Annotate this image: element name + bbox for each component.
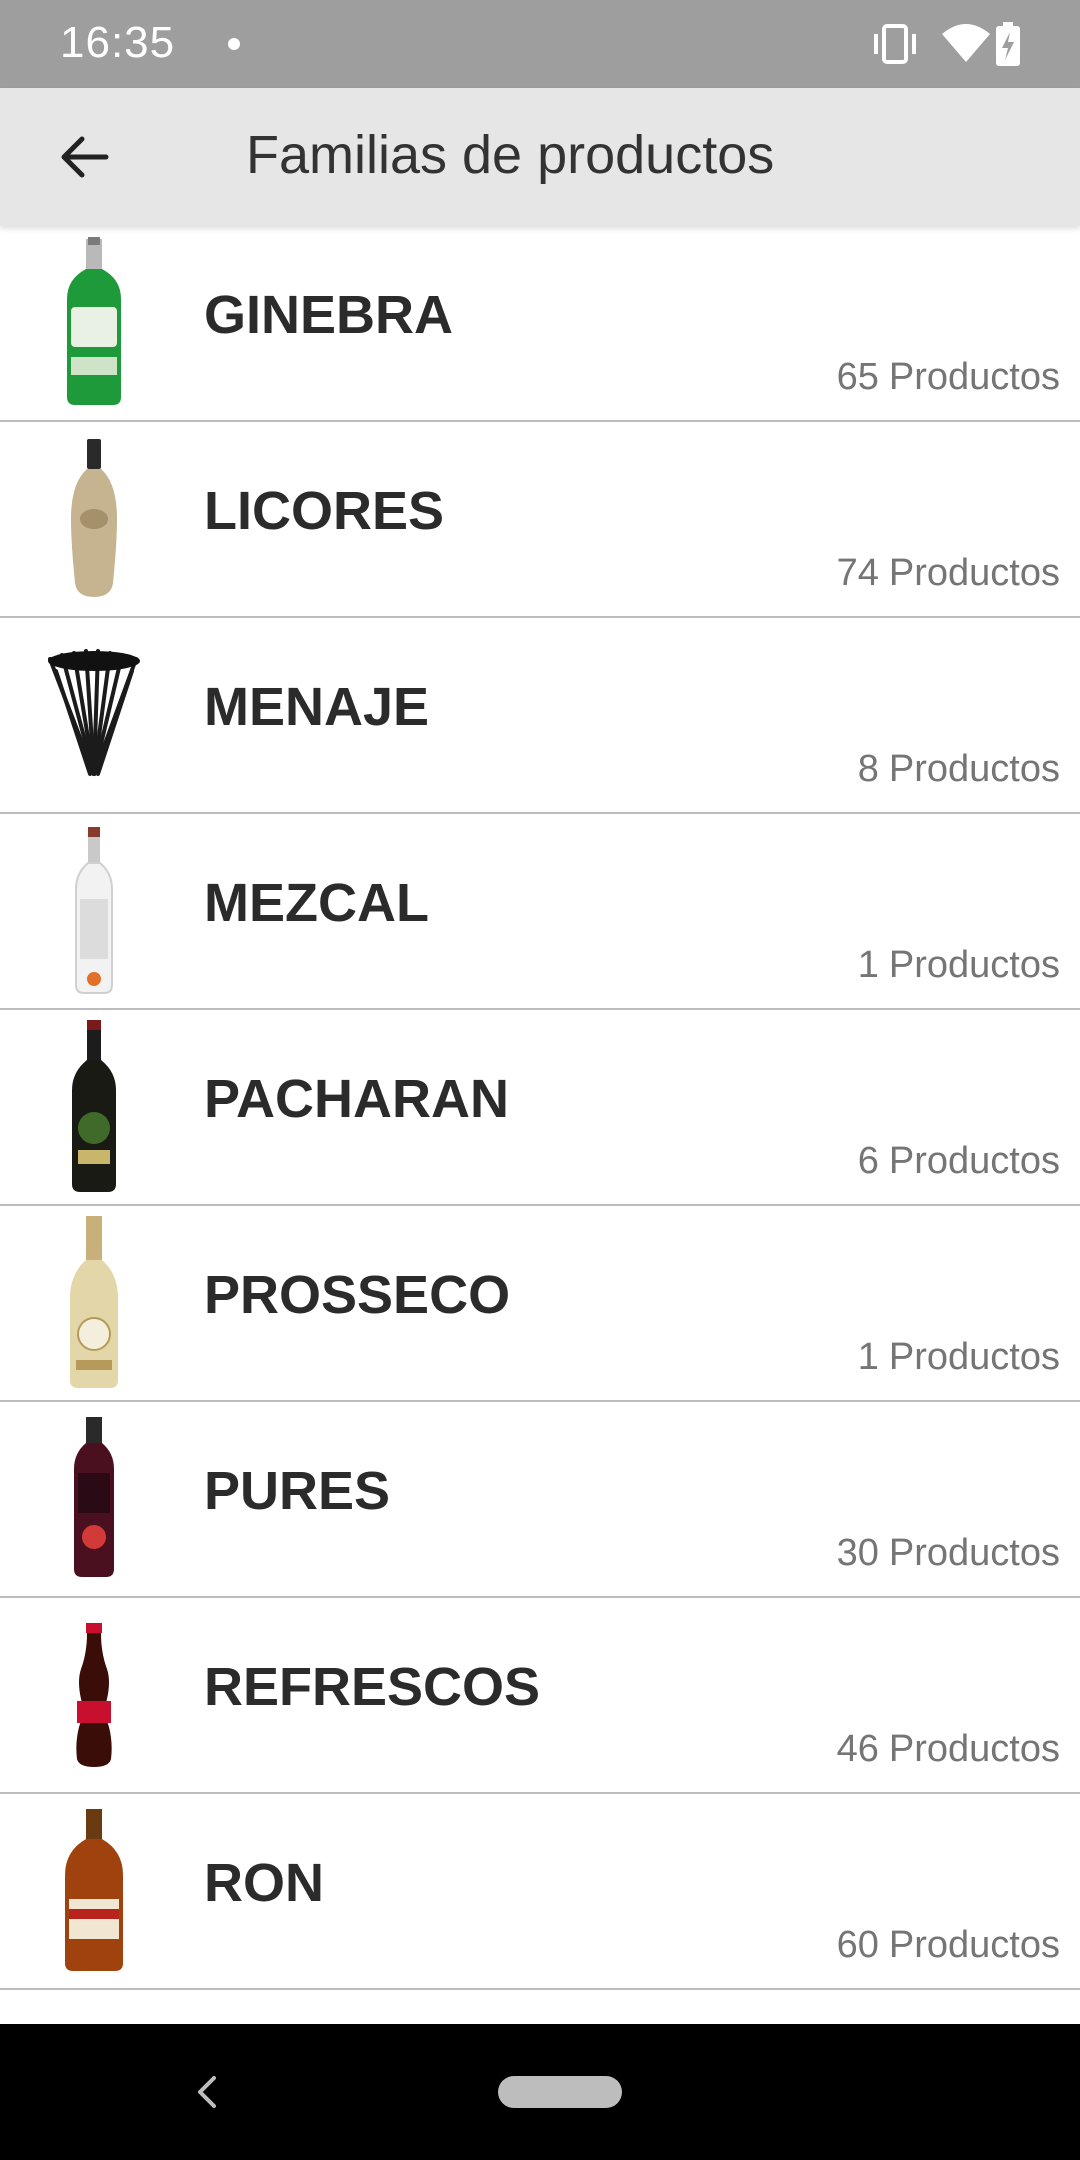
count-unit: Productos <box>888 1532 1060 1574</box>
count-number: 6 <box>857 1140 879 1182</box>
app-bar: Familias de productos <box>0 88 1080 226</box>
count-number: 1 <box>857 1336 879 1378</box>
arrow-left-icon <box>61 136 109 178</box>
count-number: 30 <box>836 1532 879 1574</box>
battery-charging-icon <box>996 22 1020 66</box>
navigation-bar <box>0 2024 1080 2160</box>
back-button[interactable] <box>44 122 124 192</box>
nav-back-icon[interactable] <box>186 2064 226 2120</box>
product-count: 8 Productos <box>858 748 1060 791</box>
count-unit: Productos <box>888 1728 1060 1770</box>
count-unit: Productos <box>888 1140 1060 1182</box>
product-count: 46 Productos <box>837 1728 1060 1771</box>
home-pill-icon[interactable] <box>498 2076 622 2108</box>
count-unit: Productos <box>888 748 1060 790</box>
list-item[interactable]: REFRESCOS 46 Productos <box>0 1598 1080 1794</box>
family-name: MENAJE <box>204 677 430 737</box>
list-item[interactable]: GINEBRA 65 Productos <box>0 226 1080 422</box>
family-name: PROSSECO <box>204 1265 511 1325</box>
puree-bottle-image <box>42 1406 146 1590</box>
list-item[interactable] <box>0 1990 1080 2024</box>
family-name: LICORES <box>204 481 445 541</box>
list-item[interactable]: PROSSECO 1 Productos <box>0 1206 1080 1402</box>
count-unit: Productos <box>888 1924 1060 1966</box>
count-unit: Productos <box>888 356 1060 398</box>
list-item[interactable]: MENAJE 8 Productos <box>0 618 1080 814</box>
count-number: 1 <box>857 944 879 986</box>
rum-bottle-image <box>42 1798 146 1982</box>
product-count: 74 Productos <box>837 552 1060 595</box>
liqueur-bottle-image <box>42 426 146 610</box>
gin-bottle-image <box>42 230 146 414</box>
product-count: 1 Productos <box>858 944 1060 987</box>
product-count: 60 Productos <box>837 1924 1060 1967</box>
product-family-list[interactable]: GINEBRA 65 Productos LICORES 74 Productos <box>0 226 1080 2024</box>
bottle-image <box>42 1994 146 2024</box>
family-name: REFRESCOS <box>204 1657 541 1717</box>
list-item[interactable]: PACHARAN 6 Productos <box>0 1010 1080 1206</box>
count-number: 60 <box>836 1924 879 1966</box>
family-name: MEZCAL <box>204 873 429 933</box>
wifi-icon <box>942 24 990 62</box>
family-name: RON <box>204 1853 324 1913</box>
count-number: 74 <box>836 552 879 594</box>
count-number: 8 <box>857 748 879 790</box>
product-count: 30 Productos <box>837 1532 1060 1575</box>
notification-dot-icon <box>228 38 240 50</box>
list-item[interactable]: RON 60 Productos <box>0 1794 1080 1990</box>
page-title: Familias de productos <box>246 125 775 185</box>
list-item[interactable]: MEZCAL 1 Productos <box>0 814 1080 1010</box>
status-time: 16:35 <box>60 18 176 67</box>
product-count: 6 Productos <box>858 1140 1060 1183</box>
family-name: PACHARAN <box>204 1069 509 1129</box>
count-number: 46 <box>836 1728 879 1770</box>
straws-image <box>42 622 146 806</box>
family-name: GINEBRA <box>204 285 454 345</box>
product-count: 1 Productos <box>858 1336 1060 1379</box>
prosecco-bottle-image <box>42 1210 146 1394</box>
family-name: PURES <box>204 1461 391 1521</box>
list-item[interactable]: PURES 30 Productos <box>0 1402 1080 1598</box>
status-bar: 16:35 <box>0 0 1080 88</box>
product-count: 65 Productos <box>837 356 1060 399</box>
count-number: 65 <box>836 356 879 398</box>
vibrate-icon <box>874 24 916 64</box>
count-unit: Productos <box>888 944 1060 986</box>
count-unit: Productos <box>888 1336 1060 1378</box>
count-unit: Productos <box>888 552 1060 594</box>
mezcal-bottle-image <box>42 818 146 1002</box>
pacharan-bottle-image <box>42 1014 146 1198</box>
cola-bottle-image <box>42 1602 146 1786</box>
list-item[interactable]: LICORES 74 Productos <box>0 422 1080 618</box>
